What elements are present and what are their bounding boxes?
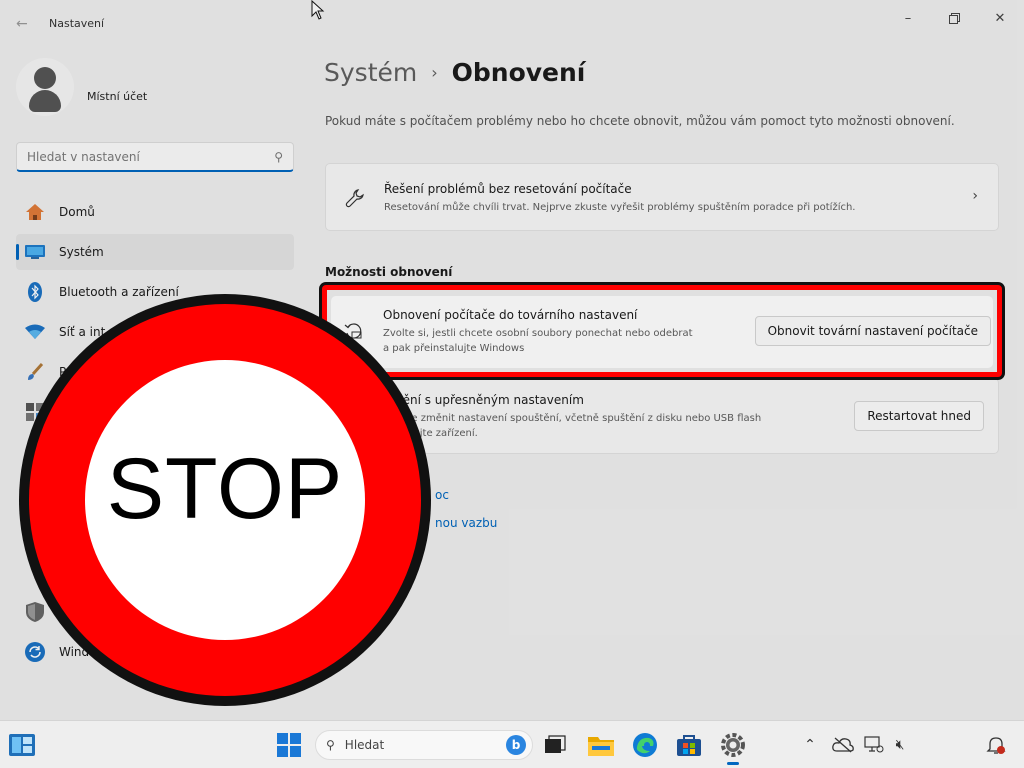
- edge-icon[interactable]: [631, 731, 659, 759]
- troubleshoot-desc: Resetování může chvíli trvat. Nejprve zk…: [384, 202, 856, 213]
- app-title: Nastavení: [49, 17, 105, 30]
- widgets-icon[interactable]: [8, 731, 36, 759]
- minimize-button[interactable]: –: [892, 8, 924, 28]
- chevron-right-icon: ›: [972, 188, 978, 204]
- breadcrumb-separator: ›: [431, 63, 438, 82]
- volume-muted-icon[interactable]: 🔇︎: [886, 731, 914, 759]
- mouse-cursor-icon: [311, 0, 325, 20]
- sidebar-item-label: Domů: [59, 205, 95, 219]
- sidebar-item-system[interactable]: Systém: [16, 234, 294, 270]
- restart-now-button[interactable]: Restartovat hned: [854, 401, 984, 431]
- stop-sign-text: STOP: [106, 441, 344, 537]
- breadcrumb: Systém › Obnovení: [324, 58, 585, 87]
- settings-search-input[interactable]: [27, 149, 275, 164]
- system-icon: [24, 242, 46, 262]
- page-title: Obnovení: [451, 58, 586, 87]
- breadcrumb-parent[interactable]: Systém: [324, 58, 417, 87]
- settings-gear-icon[interactable]: [719, 731, 747, 765]
- taskbar-search-label: Hledat: [344, 738, 385, 752]
- notifications-icon[interactable]: [982, 731, 1010, 759]
- troubleshoot-card[interactable]: Řešení problémů bez resetování počítače …: [325, 163, 999, 231]
- account-panel[interactable]: Místní účet: [16, 58, 147, 116]
- taskbar: ⚲ Hledat b ⌃ 🔇︎: [0, 720, 1024, 768]
- title-bar: ← Nastavení – ✕: [0, 0, 1024, 48]
- bing-icon: b: [506, 735, 526, 755]
- search-icon: ⚲: [274, 149, 283, 164]
- home-icon: [24, 202, 46, 222]
- back-arrow-icon[interactable]: ←: [16, 16, 32, 32]
- sidebar-item-home[interactable]: Domů: [16, 194, 294, 230]
- network-icon[interactable]: [860, 731, 888, 759]
- restore-button[interactable]: [938, 8, 970, 28]
- chevron-up-icon[interactable]: ⌃: [796, 731, 824, 759]
- avatar: [16, 58, 74, 116]
- wrench-icon: [344, 187, 366, 209]
- close-button[interactable]: ✕: [984, 8, 1016, 28]
- search-icon: ⚲: [326, 738, 335, 752]
- start-icon[interactable]: [275, 731, 303, 759]
- settings-search-box[interactable]: ⚲: [16, 142, 294, 172]
- restore-icon: [948, 12, 960, 24]
- taskbar-search[interactable]: ⚲ Hledat b: [315, 730, 533, 760]
- file-explorer-icon[interactable]: [587, 731, 615, 759]
- advanced-startup-desc-line1: chcete změnit nastavení spouštění, včetn…: [384, 413, 762, 424]
- task-view-icon[interactable]: [541, 731, 569, 759]
- account-name: Místní účet: [87, 89, 148, 103]
- store-icon[interactable]: [675, 731, 703, 759]
- onedrive-offline-icon[interactable]: [829, 731, 857, 759]
- sidebar-item-label: Systém: [59, 245, 104, 259]
- troubleshoot-title: Řešení problémů bez resetování počítače: [384, 182, 632, 196]
- section-heading-recovery-options: Možnosti obnovení: [325, 265, 453, 279]
- page-intro: Pokud máte s počítačem problémy nebo ho …: [325, 114, 955, 128]
